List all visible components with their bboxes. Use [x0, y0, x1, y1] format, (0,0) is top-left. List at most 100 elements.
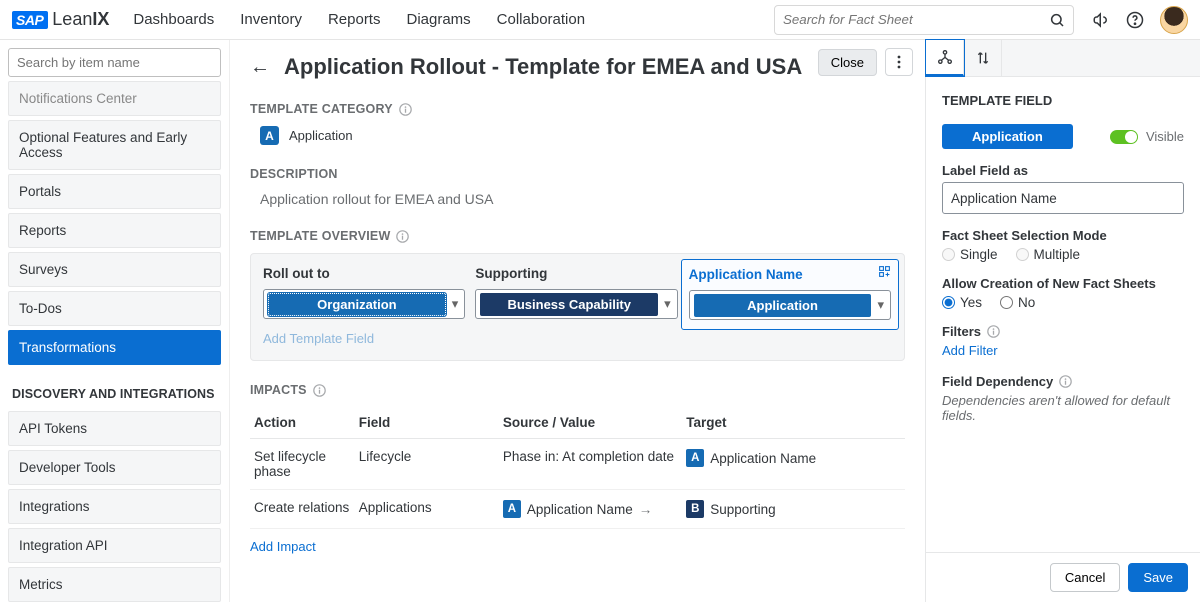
add-template-field-link[interactable]: Add Template Field: [263, 331, 374, 346]
sidebar-heading-discovery: DISCOVERY AND INTEGRATIONS: [8, 369, 221, 411]
save-button[interactable]: Save: [1128, 563, 1188, 592]
impacts-cell-target: A Application Name: [682, 439, 905, 490]
info-icon: [987, 325, 1000, 338]
impacts-cell-field: Applications: [355, 490, 499, 529]
search-icon: [1049, 12, 1065, 28]
kebab-icon: [897, 55, 901, 69]
global-search[interactable]: [774, 5, 1074, 35]
overview-select-application[interactable]: Application ▾: [689, 290, 891, 320]
sidebar-item-metrics[interactable]: Metrics: [8, 567, 221, 602]
logo-sap-badge: SAP: [12, 11, 48, 29]
overview-col-application-name[interactable]: Application Name Application ▾: [681, 259, 899, 330]
nav-reports[interactable]: Reports: [328, 11, 381, 28]
fs-mode-single[interactable]: Single: [942, 247, 998, 262]
fs-mode-multiple[interactable]: Multiple: [1016, 247, 1081, 262]
filters-label: Filters: [942, 324, 1184, 339]
sidebar-item-surveys[interactable]: Surveys: [8, 252, 221, 287]
impacts-cell-field: Lifecycle: [355, 439, 499, 490]
overview-col-label: Roll out to: [263, 266, 465, 281]
sidebar-item-portals[interactable]: Portals: [8, 174, 221, 209]
target-text: Application Name: [710, 451, 816, 466]
category-badge: A: [260, 126, 279, 145]
section-impacts: IMPACTS: [250, 383, 905, 397]
panel-tab-structure[interactable]: [926, 40, 964, 76]
target-badge: B: [686, 500, 704, 518]
user-avatar[interactable]: [1160, 6, 1188, 34]
nav-diagrams[interactable]: Diagrams: [406, 11, 470, 28]
more-actions-button[interactable]: [885, 48, 913, 76]
sidebar-item-transformations[interactable]: Transformations: [8, 330, 221, 365]
impacts-th-action: Action: [250, 407, 355, 439]
top-icons: [1092, 6, 1188, 34]
impacts-cell-action: Set lifecycle phase: [250, 439, 355, 490]
overview-col-rollout[interactable]: Roll out to Organization ▾: [263, 266, 465, 321]
sidebar-item-integration-api[interactable]: Integration API: [8, 528, 221, 563]
impacts-th-source: Source / Value: [499, 407, 682, 439]
allow-create-no[interactable]: No: [1000, 295, 1035, 310]
cancel-button[interactable]: Cancel: [1050, 563, 1120, 592]
arrow-right-icon: →: [639, 502, 653, 517]
megaphone-icon[interactable]: [1092, 11, 1110, 29]
overview-col-supporting[interactable]: Supporting Business Capability ▾: [475, 266, 677, 321]
info-icon: [1059, 375, 1072, 388]
global-search-input[interactable]: [783, 12, 1049, 27]
target-text: Supporting: [710, 502, 775, 517]
sidebar-item-api-tokens[interactable]: API Tokens: [8, 411, 221, 446]
nav-inventory[interactable]: Inventory: [240, 11, 302, 28]
impacts-row[interactable]: Create relations Applications A Applicat…: [250, 490, 905, 529]
add-filter-link[interactable]: Add Filter: [942, 343, 998, 358]
fs-mode-label: Fact Sheet Selection Mode: [942, 228, 1184, 243]
section-template-category: TEMPLATE CATEGORY: [250, 102, 905, 116]
overview-col-label: Application Name: [689, 267, 891, 282]
section-label-text: TEMPLATE OVERVIEW: [250, 229, 390, 243]
sidebar-item-integrations[interactable]: Integrations: [8, 489, 221, 524]
allow-create-label: Allow Creation of New Fact Sheets: [942, 276, 1184, 291]
description-text: Application rollout for EMEA and USA: [260, 191, 905, 207]
top-nav: Dashboards Inventory Reports Diagrams Co…: [133, 11, 585, 28]
impacts-cell-source: Phase in: At completion date: [499, 439, 682, 490]
impacts-cell-target: B Supporting: [682, 490, 905, 529]
info-icon: [399, 103, 412, 116]
overview-select-supporting[interactable]: Business Capability ▾: [475, 289, 677, 319]
overview-select-rollout[interactable]: Organization ▾: [263, 289, 465, 319]
visible-toggle[interactable]: [1110, 130, 1138, 144]
panel-tab-sort[interactable]: [964, 40, 1002, 76]
logo-lean-text: Lean: [52, 9, 92, 30]
structure-icon: [937, 49, 953, 65]
top-bar: SAP LeanIX Dashboards Inventory Reports …: [0, 0, 1200, 40]
back-arrow-icon[interactable]: ←: [250, 56, 270, 79]
sidebar-search-input[interactable]: [8, 48, 221, 77]
target-badge: A: [686, 449, 704, 467]
visible-label: Visible: [1146, 129, 1184, 144]
chevron-down-icon: ▾: [877, 297, 884, 313]
section-label-text: TEMPLATE CATEGORY: [250, 102, 393, 116]
add-impact-link[interactable]: Add Impact: [250, 539, 316, 554]
overview-col-label: Supporting: [475, 266, 677, 281]
close-button[interactable]: Close: [818, 49, 877, 76]
label-field-as-label: Label Field as: [942, 163, 1184, 178]
sidebar-item-todos[interactable]: To-Dos: [8, 291, 221, 326]
nav-collaboration[interactable]: Collaboration: [497, 11, 585, 28]
nav-dashboards[interactable]: Dashboards: [133, 11, 214, 28]
sidebar-item-reports[interactable]: Reports: [8, 213, 221, 248]
category-value: Application: [289, 128, 353, 143]
impacts-row[interactable]: Set lifecycle phase Lifecycle Phase in: …: [250, 439, 905, 490]
info-icon: [396, 230, 409, 243]
help-icon[interactable]: [1126, 11, 1144, 29]
allow-create-yes[interactable]: Yes: [942, 295, 982, 310]
chevron-down-icon: ▾: [664, 296, 671, 312]
overview-pill-organization: Organization: [268, 293, 446, 316]
sidebar-item-developer-tools[interactable]: Developer Tools: [8, 450, 221, 485]
impacts-th-target: Target: [682, 407, 905, 439]
right-panel: TEMPLATE FIELD Application Visible Label…: [925, 40, 1200, 602]
edit-icon[interactable]: [878, 265, 891, 281]
impacts-cell-source: A Application Name →: [499, 490, 682, 529]
source-text: Application Name: [527, 502, 633, 517]
logo-ix-text: IX: [92, 9, 109, 30]
overview-pill-business-capability: Business Capability: [480, 293, 658, 316]
info-icon: [313, 384, 326, 397]
dependency-label: Field Dependency: [942, 374, 1184, 389]
label-field-as-input[interactable]: [942, 182, 1184, 214]
sidebar-item-notifications[interactable]: Notifications Center: [8, 81, 221, 116]
sidebar-item-optional-features[interactable]: Optional Features and Early Access: [8, 120, 221, 170]
